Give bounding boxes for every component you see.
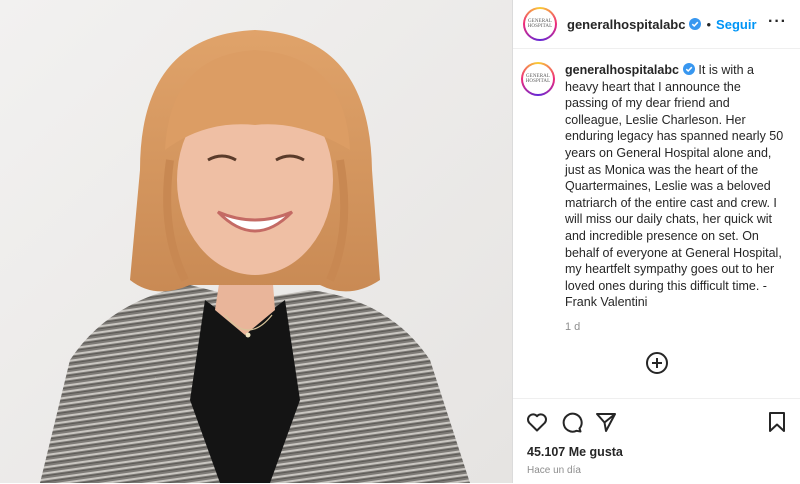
separator-dot: •	[706, 16, 712, 32]
follow-button[interactable]: Seguir	[716, 17, 756, 32]
caption-body: It is with a heavy heart that I announce…	[565, 63, 784, 310]
post-actions: 45.107 Me gusta Hace un día	[513, 398, 800, 484]
portrait-image	[0, 0, 512, 483]
more-options-icon[interactable]: ···	[768, 13, 787, 31]
caption-age: 1 d	[565, 320, 581, 333]
comment-icon[interactable]	[559, 410, 583, 434]
caption-username[interactable]: generalhospitalabc	[565, 63, 679, 77]
account-avatar[interactable]: GENERAL HOSPITAL	[523, 7, 557, 41]
post-timestamp: Hace un día	[527, 465, 581, 476]
plus-circle-icon[interactable]	[644, 350, 670, 376]
post-caption: GENERAL HOSPITAL generalhospitalabc It i…	[521, 62, 793, 333]
verified-badge-icon	[689, 18, 702, 30]
post-header: GENERAL HOSPITAL generalhospitalabc • Se…	[513, 0, 800, 49]
caption-avatar[interactable]: GENERAL HOSPITAL	[521, 62, 555, 96]
caption-text: generalhospitalabc It is with a heavy he…	[565, 62, 785, 311]
general-hospital-logo: GENERAL HOSPITAL	[527, 19, 553, 29]
heart-icon[interactable]	[525, 410, 549, 434]
verified-badge-icon	[682, 63, 695, 75]
post-photo[interactable]	[0, 0, 512, 483]
likes-count[interactable]: 45.107 Me gusta	[527, 445, 623, 459]
account-username[interactable]: generalhospitalabc	[567, 17, 685, 32]
bookmark-icon[interactable]	[765, 410, 789, 434]
general-hospital-logo: GENERAL HOSPITAL	[525, 74, 551, 84]
post-sidebar: GENERAL HOSPITAL generalhospitalabc • Se…	[512, 0, 800, 483]
instagram-post: GENERAL HOSPITAL generalhospitalabc • Se…	[0, 0, 800, 483]
send-icon[interactable]	[594, 410, 618, 434]
